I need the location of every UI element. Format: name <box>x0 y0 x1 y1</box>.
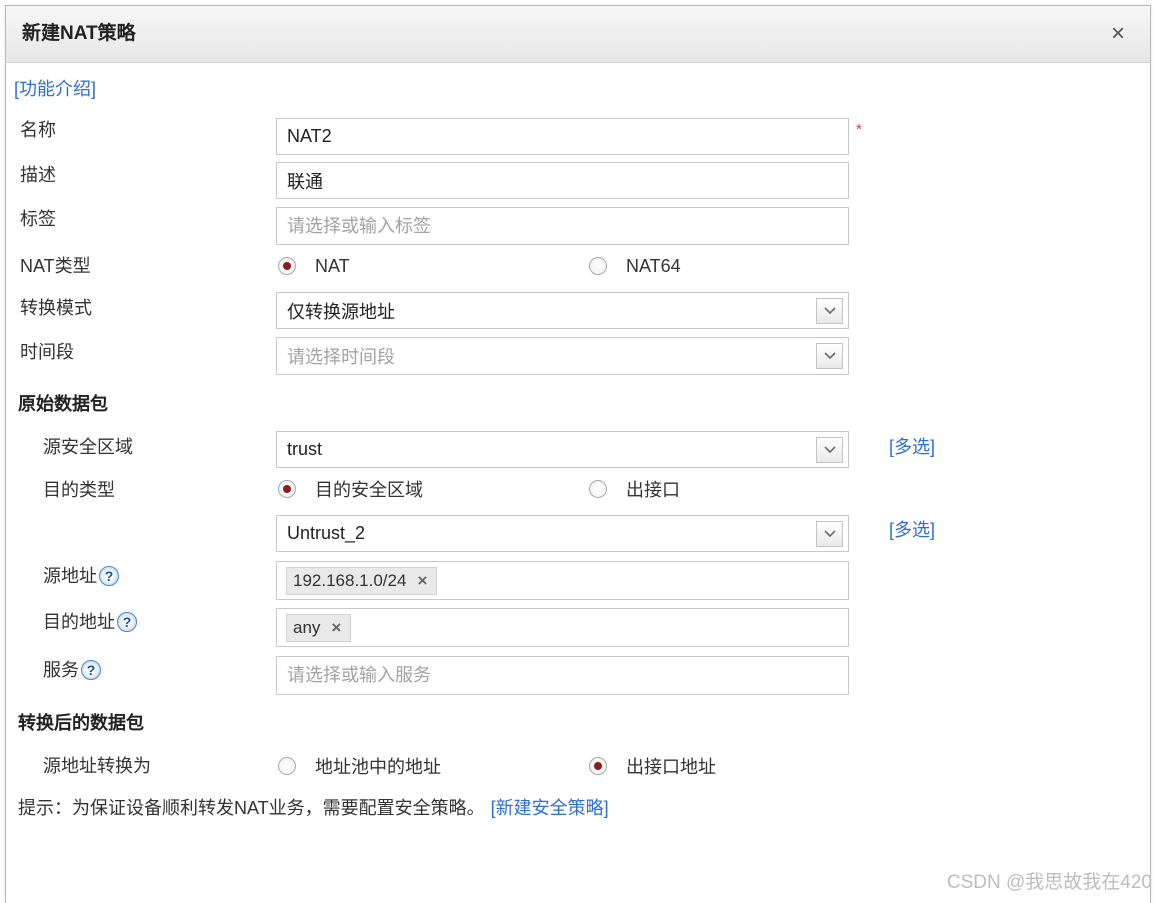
radio-dest-zone[interactable]: 目的安全区域 <box>278 478 423 500</box>
remove-tag-icon[interactable]: × <box>331 618 341 638</box>
original-packet-heading: 原始数据包 <box>18 394 108 414</box>
radio-label-address-pool: 地址池中的地址 <box>315 757 441 777</box>
new-security-policy-link[interactable]: [新建安全策略] <box>491 798 609 818</box>
chevron-down-icon[interactable] <box>816 436 843 463</box>
name-label: 名称 <box>20 120 56 140</box>
conversion-mode-value: 仅转换源地址 <box>287 301 395 322</box>
dest-address-label-row: 目的地址 ? <box>43 611 137 633</box>
radio-label-egress-address: 出接口地址 <box>626 757 716 777</box>
source-zone-multiselect-link[interactable]: [多选] <box>889 436 935 458</box>
address-tag-text: any <box>293 617 321 637</box>
radio-label-nat64: NAT64 <box>626 255 681 276</box>
radio-address-pool[interactable]: 地址池中的地址 <box>278 755 441 777</box>
radio-egress-address[interactable]: 出接口地址 <box>589 755 716 777</box>
radio-label-egress-interface: 出接口 <box>626 480 680 500</box>
address-tag-text: 192.168.1.0/24 <box>293 570 407 590</box>
service-input[interactable] <box>277 657 848 694</box>
source-zone-select[interactable]: trust <box>276 431 849 468</box>
time-range-label: 时间段 <box>20 342 74 362</box>
time-range-select[interactable]: 请选择时间段 <box>276 337 849 375</box>
radio-button[interactable] <box>589 480 607 498</box>
description-field[interactable] <box>276 162 849 199</box>
hint-row: 提示：为保证设备顺利转发NAT业务，需要配置安全策略。 [新建安全策略] <box>18 797 609 819</box>
dest-zone-value: Untrust_2 <box>287 523 366 543</box>
chevron-down-icon[interactable] <box>816 520 843 547</box>
dest-address-label: 目的地址 <box>43 612 115 632</box>
source-translate-label: 源地址转换为 <box>43 756 151 776</box>
conversion-mode-select[interactable]: 仅转换源地址 <box>276 292 849 329</box>
help-icon[interactable]: ? <box>117 612 137 632</box>
description-input[interactable] <box>277 163 848 198</box>
radio-button[interactable] <box>589 757 607 775</box>
hint-text: 提示：为保证设备顺利转发NAT业务，需要配置安全策略。 <box>18 798 485 818</box>
address-tag: 192.168.1.0/24 × <box>286 566 438 595</box>
source-zone-value: trust <box>287 439 323 459</box>
dest-zone-select[interactable]: Untrust_2 <box>276 515 849 552</box>
close-icon[interactable]: × <box>1106 22 1130 46</box>
chevron-down-icon[interactable] <box>816 297 843 324</box>
tags-field[interactable] <box>276 207 849 245</box>
name-input[interactable] <box>277 119 848 154</box>
radio-label-dest-zone: 目的安全区域 <box>315 480 423 500</box>
source-address-label-row: 源地址 ? <box>43 565 119 587</box>
dialog-header: 新建NAT策略 × <box>6 6 1150 63</box>
radio-nat[interactable]: NAT <box>278 255 350 277</box>
conversion-mode-label: 转换模式 <box>20 298 92 318</box>
translated-packet-heading: 转换后的数据包 <box>18 713 144 733</box>
source-address-label: 源地址 <box>43 566 97 586</box>
radio-button[interactable] <box>278 480 296 498</box>
radio-nat64[interactable]: NAT64 <box>589 255 681 277</box>
dest-zone-multiselect-link[interactable]: [多选] <box>889 519 935 541</box>
remove-tag-icon[interactable]: × <box>417 571 427 591</box>
radio-button[interactable] <box>278 757 296 775</box>
help-icon[interactable]: ? <box>81 660 101 680</box>
dialog-title: 新建NAT策略 <box>22 23 136 44</box>
service-label-row: 服务 ? <box>43 659 101 681</box>
service-label: 服务 <box>43 660 79 680</box>
source-zone-label: 源安全区域 <box>43 437 133 457</box>
feature-intro-link[interactable]: [功能介绍] <box>14 78 96 100</box>
radio-egress-interface[interactable]: 出接口 <box>589 478 680 500</box>
tags-label: 标签 <box>20 209 56 229</box>
address-tag: any × <box>286 613 352 642</box>
name-field[interactable] <box>276 118 849 155</box>
new-nat-policy-dialog: 新建NAT策略 × [功能介绍] 名称 * 描述 标签 NAT类型 NAT NA… <box>5 5 1151 903</box>
dest-type-label: 目的类型 <box>43 480 115 500</box>
source-address-field[interactable]: 192.168.1.0/24 × <box>276 561 849 600</box>
help-icon[interactable]: ? <box>99 566 119 586</box>
service-field[interactable] <box>276 656 849 695</box>
nat-type-label: NAT类型 <box>20 256 91 276</box>
description-label: 描述 <box>20 165 56 185</box>
radio-button[interactable] <box>278 257 296 275</box>
watermark: CSDN @我思故我在420 <box>946 872 1152 893</box>
radio-button[interactable] <box>589 257 607 275</box>
dest-address-field[interactable]: any × <box>276 608 849 647</box>
tags-input[interactable] <box>277 208 848 244</box>
required-mark: * <box>856 121 862 138</box>
radio-label-nat: NAT <box>315 255 350 276</box>
chevron-down-icon[interactable] <box>816 343 843 369</box>
time-range-placeholder: 请选择时间段 <box>287 347 395 367</box>
